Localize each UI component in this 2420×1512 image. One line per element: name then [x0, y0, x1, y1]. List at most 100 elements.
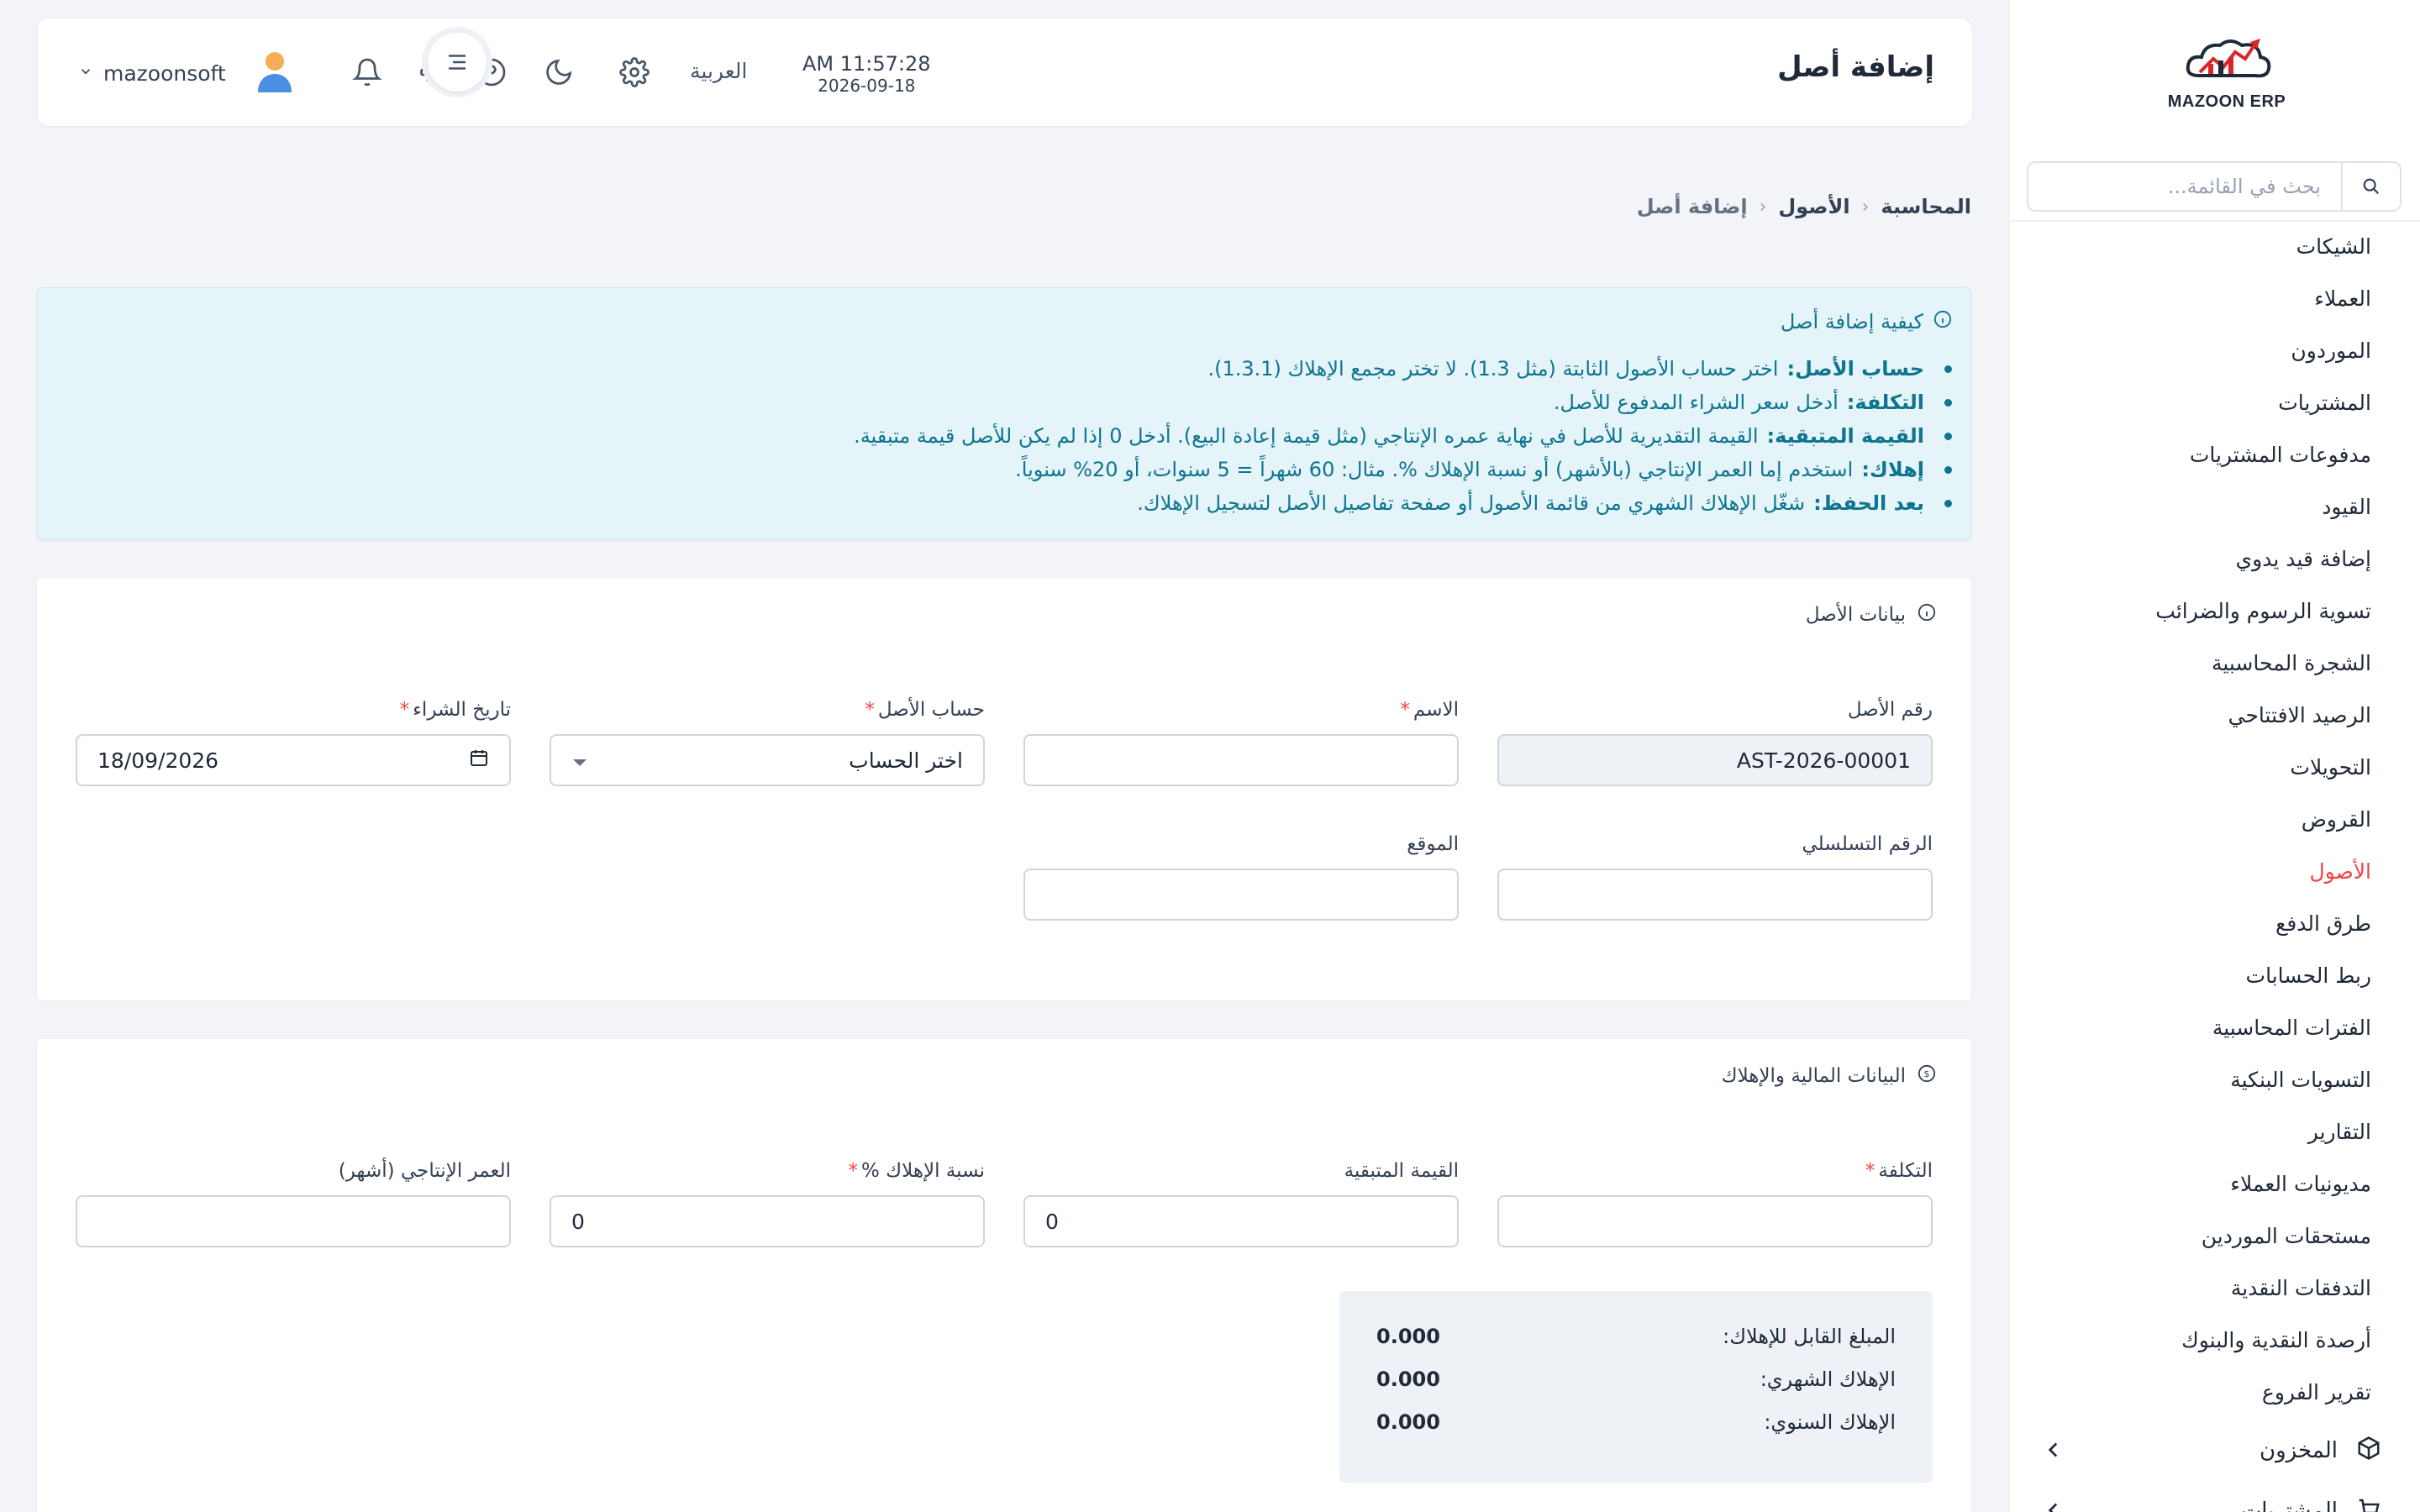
- menu-icon: [428, 33, 487, 92]
- sidebar-item[interactable]: الرصيد الافتتاحي: [2009, 689, 2420, 741]
- asset-account-select[interactable]: اختر الحساب: [550, 734, 985, 786]
- help-list-item: إهلاك: استخدم إما العمر الإنتاجي (بالأشهر…: [38, 453, 1952, 486]
- sidebar-search-input[interactable]: [2028, 163, 2341, 210]
- sidebar-item[interactable]: ربط الحسابات: [2009, 949, 2420, 1001]
- cost-field: التكلفة*: [1497, 1160, 1933, 1247]
- bell-icon[interactable]: [350, 55, 384, 89]
- sidebar-item[interactable]: التسويات البنكية: [2009, 1053, 2420, 1105]
- help-item-label: القيمة المتبقية:: [1766, 424, 1924, 448]
- name-field: الاسم*: [1023, 699, 1459, 786]
- bullet-icon: [1944, 365, 1952, 373]
- cart-icon: [2356, 1496, 2381, 1512]
- asset-number-input[interactable]: AST-2026-00001: [1497, 734, 1933, 786]
- summary-label: المبلغ القابل للإهلاك:: [1723, 1325, 1896, 1348]
- sidebar-toggle-button[interactable]: [422, 27, 492, 97]
- avatar: [256, 50, 293, 96]
- help-list-item: القيمة المتبقية: القيمة التقديرية للأصل ف…: [38, 419, 1952, 453]
- sidebar-item[interactable]: تسوية الرسوم والضرائب: [2009, 585, 2420, 637]
- settings-gear-icon[interactable]: [618, 55, 651, 89]
- app-logo[interactable]: MAZOON ERP: [2160, 34, 2294, 118]
- sidebar-item[interactable]: تقرير الفروع: [2009, 1366, 2420, 1418]
- residual-value-input[interactable]: 0: [1023, 1195, 1459, 1247]
- location-field: الموقع: [1023, 833, 1459, 921]
- sidebar-item[interactable]: العملاء: [2009, 272, 2420, 324]
- summary-row: الإهلاك الشهري: 0.000: [1376, 1368, 1896, 1410]
- sidebar-item[interactable]: إضافة قيد يدوي: [2009, 533, 2420, 585]
- serial-input[interactable]: [1497, 869, 1933, 921]
- info-icon: [1933, 310, 1952, 333]
- name-label: الاسم*: [1400, 699, 1459, 721]
- sidebar-item[interactable]: مديونيات العملاء: [2009, 1158, 2420, 1210]
- sidebar-group-inventory[interactable]: المخزون: [2009, 1422, 2420, 1479]
- sidebar: MAZOON ERP الشيكاتالعملاءالموردونالمشتري…: [2009, 0, 2420, 1512]
- sidebar-item[interactable]: الشيكات: [2009, 220, 2420, 272]
- help-list: حساب الأصل: اختر حساب الأصول الثابتة (مثل…: [38, 352, 1952, 520]
- dark-mode-moon-icon[interactable]: [542, 55, 576, 89]
- sidebar-item[interactable]: مدفوعات المشتريات: [2009, 428, 2420, 480]
- summary-value: 0.000: [1376, 1410, 1440, 1434]
- asset-data-card: بيانات الأصل رقم الأصل AST-2026-00001 ال…: [37, 578, 1971, 1000]
- help-item-text: استخدم إما العمر الإنتاجي (بالأشهر) أو ن…: [1015, 458, 1854, 481]
- summary-value: 0.000: [1376, 1368, 1440, 1391]
- breadcrumb: المحاسبة ‹ الأصول ‹ إضافة أصل: [1637, 195, 1971, 218]
- sidebar-item[interactable]: طرق الدفع: [2009, 897, 2420, 949]
- search-icon[interactable]: [2341, 163, 2400, 210]
- language-switch[interactable]: العربية: [690, 59, 747, 83]
- sidebar-item[interactable]: التحويلات: [2009, 741, 2420, 793]
- sidebar-item[interactable]: الشجرة المحاسبية: [2009, 637, 2420, 689]
- sidebar-search: [2027, 161, 2402, 212]
- help-item-label: بعد الحفظ:: [1813, 491, 1924, 515]
- sidebar-item[interactable]: القروض: [2009, 793, 2420, 845]
- sidebar-item[interactable]: الفترات المحاسبية: [2009, 1001, 2420, 1053]
- sidebar-item[interactable]: المشتريات: [2009, 376, 2420, 428]
- calendar-icon[interactable]: [469, 748, 489, 773]
- asset-account-label: حساب الأصل*: [865, 699, 985, 721]
- bullet-icon: [1944, 465, 1952, 474]
- breadcrumb-separator-icon: ‹: [1759, 196, 1767, 218]
- depreciation-rate-input[interactable]: 0: [550, 1195, 985, 1247]
- sidebar-item[interactable]: الموردون: [2009, 324, 2420, 376]
- breadcrumb-separator-icon: ‹: [1861, 196, 1870, 218]
- help-item-text: شغّل الإهلاك الشهري من قائمة الأصول أو ص…: [1137, 491, 1806, 515]
- finance-card-title: البيانات المالية والإهلاك: [1721, 1065, 1906, 1087]
- cost-label: التكلفة*: [1865, 1160, 1933, 1182]
- chevron-left-icon: [2043, 1439, 2065, 1467]
- breadcrumb-item-assets[interactable]: الأصول: [1778, 195, 1849, 218]
- summary-label: الإهلاك السنوي:: [1764, 1410, 1896, 1434]
- help-item-text: اختر حساب الأصول الثابتة (مثل 1.3). لا ت…: [1207, 357, 1779, 381]
- asset-account-value: اختر الحساب: [849, 748, 963, 773]
- sidebar-item[interactable]: أرصدة النقدية والبنوك: [2009, 1314, 2420, 1366]
- asset-card-title: بيانات الأصل: [1805, 604, 1906, 626]
- location-input[interactable]: [1023, 869, 1459, 921]
- sidebar-menu: الشيكات العملاء الموردون المشتريات مدفوعات ا…: [2009, 220, 2420, 1418]
- summary-row: المبلغ القابل للإهلاك: 0.000: [1376, 1325, 1896, 1368]
- asset-number-label: رقم الأصل: [1847, 699, 1933, 721]
- name-input[interactable]: [1023, 734, 1459, 786]
- depreciation-summary: المبلغ القابل للإهلاك: 0.000 الإهلاك الشهر…: [1339, 1291, 1933, 1483]
- sidebar-item[interactable]: الأصول: [2009, 845, 2420, 897]
- breadcrumb-item-accounting[interactable]: المحاسبة: [1881, 195, 1971, 218]
- bullet-icon: [1944, 432, 1952, 440]
- depreciation-rate-label: نسبة الإهلاك %*: [848, 1160, 985, 1182]
- help-alert: كيفية إضافة أصل حساب الأصل: اختر حساب الأ…: [37, 287, 1971, 539]
- help-item-label: إهلاك:: [1861, 458, 1924, 481]
- topbar: إضافة أصل AM 11:57:28 2026-09-18 العربية…: [38, 18, 1972, 126]
- summary-label: الإهلاك الشهري:: [1760, 1368, 1896, 1391]
- logo-cloud-icon: [2186, 39, 2271, 78]
- summary-row: الإهلاك السنوي: 0.000: [1376, 1410, 1896, 1453]
- finance-card: $ البيانات المالية والإهلاك التكلفة* الق…: [37, 1039, 1971, 1512]
- purchase-date-input[interactable]: 18/09/2026: [76, 734, 511, 786]
- sidebar-group-purchases[interactable]: المشتريات: [2009, 1483, 2420, 1512]
- cost-input[interactable]: [1497, 1195, 1933, 1247]
- user-menu[interactable]: mazoonsoft: [78, 52, 330, 94]
- sidebar-item[interactable]: مستحقات الموردين: [2009, 1210, 2420, 1262]
- sidebar-item[interactable]: التدفقات النقدية: [2009, 1262, 2420, 1314]
- useful-life-input[interactable]: [76, 1195, 511, 1247]
- chevron-left-icon: [2043, 1499, 2065, 1512]
- caret-down-icon: [571, 748, 588, 773]
- serial-label: الرقم التسلسلي: [1802, 833, 1933, 855]
- sidebar-item[interactable]: التقارير: [2009, 1105, 2420, 1158]
- username: mazoonsoft: [103, 60, 226, 86]
- location-label: الموقع: [1407, 833, 1459, 855]
- sidebar-item[interactable]: القيود: [2009, 480, 2420, 533]
